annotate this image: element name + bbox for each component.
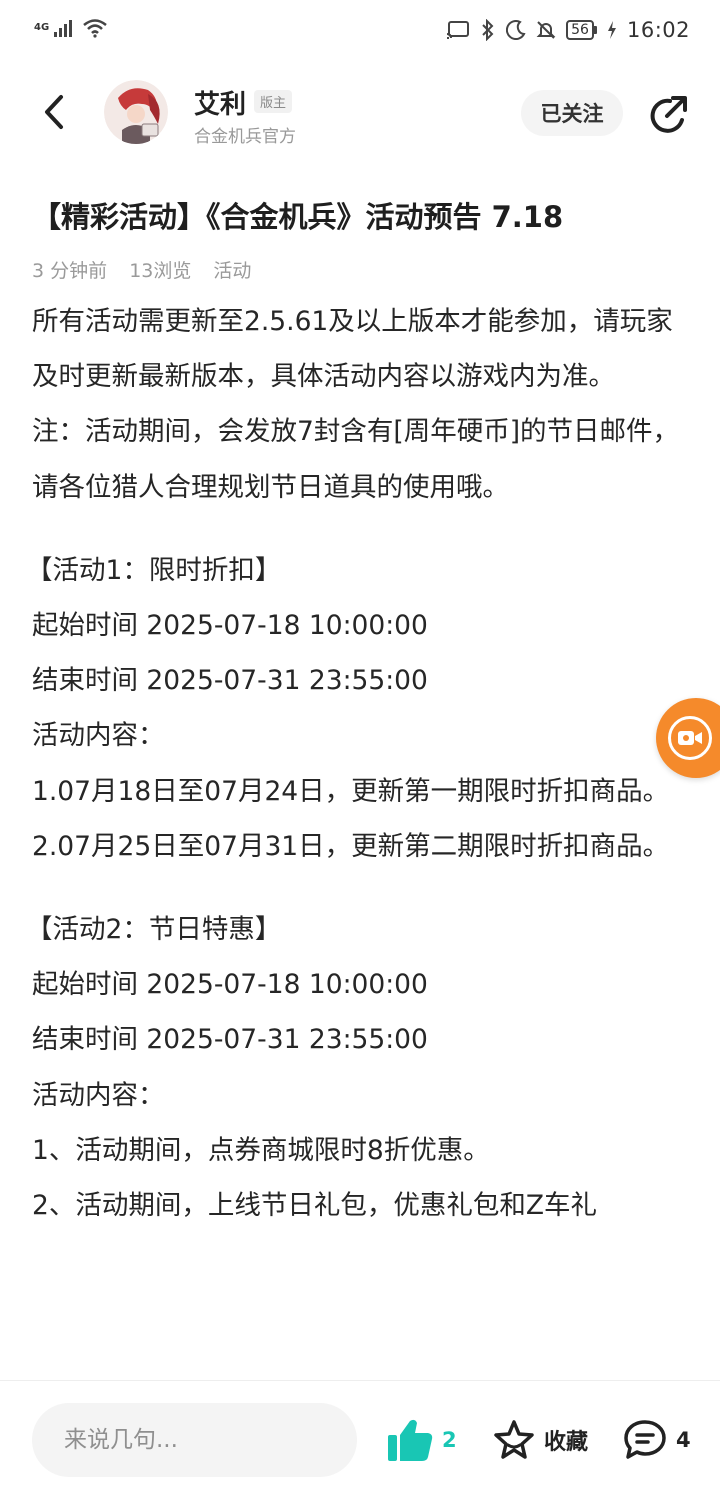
bluetooth-icon	[482, 19, 494, 41]
follow-button[interactable]: 已关注	[521, 90, 623, 136]
battery-level: 56	[566, 20, 594, 40]
paragraph: 结束时间 2025-07-31 23:55:00	[32, 1024, 428, 1056]
signal-icon	[54, 20, 72, 37]
comment-bubble-icon	[624, 1420, 666, 1459]
post-header: 艾利 版主 合金机兵官方 已关注	[0, 64, 720, 164]
paragraph: 1、活动期间，点券商城限时8折优惠。	[32, 1134, 490, 1166]
status-left: 4G	[34, 18, 108, 38]
paragraph: 1.07月18日至07月24日，更新第一期限时折扣商品。	[32, 775, 670, 807]
paragraph: 所有活动需更新至2.5.61及以上版本才能参加，请玩家及时更新最新版本，具体活动…	[32, 306, 673, 393]
favorite-button[interactable]: 收藏	[492, 1417, 588, 1463]
comments-button[interactable]: 4	[622, 1417, 691, 1463]
clock: 16:02	[626, 18, 690, 42]
paragraph: 活动内容：	[32, 1079, 165, 1111]
post-time: 3 分钟前	[32, 260, 108, 282]
mute-bell-icon	[536, 21, 556, 39]
paragraph: 2.07月25日至07月31日，更新第二期限时折扣商品。	[32, 830, 670, 862]
charging-icon	[607, 21, 616, 39]
network-type: 4G	[34, 22, 50, 33]
paragraph: 注：活动期间，会发放7封含有[周年硬币]的节日邮件，请各位猎人合理规划节日道具的…	[32, 416, 680, 503]
share-icon	[650, 96, 687, 133]
share-button[interactable]	[644, 92, 692, 140]
post-detail-screen: 4G 56 16:02 艾利 版主 合金机兵官方 已关注 【精彩活动】《合金机兵…	[0, 0, 720, 1496]
avatar-image	[104, 80, 168, 144]
paragraph: 起始时间 2025-07-18 10:00:00	[32, 610, 428, 642]
thumbs-up-icon	[388, 1419, 433, 1461]
like-count: 2	[442, 1428, 457, 1452]
moderator-badge: 版主	[254, 90, 293, 113]
moon-icon	[506, 20, 526, 40]
comment-input[interactable]: 来说几句...	[32, 1403, 357, 1477]
like-button[interactable]: 2	[386, 1417, 457, 1463]
wifi-icon	[83, 19, 107, 38]
author-name[interactable]: 艾利	[194, 84, 246, 121]
comment-count: 4	[676, 1428, 691, 1452]
paragraph: 起始时间 2025-07-18 10:00:00	[32, 969, 428, 1001]
status-right: 56 16:02	[446, 18, 690, 42]
paragraph: 结束时间 2025-07-31 23:55:00	[32, 665, 428, 697]
post-title: 【精彩活动】《合金机兵》活动预告 7.18	[32, 200, 564, 234]
battery-indicator: 56	[566, 20, 597, 40]
author-avatar[interactable]	[104, 80, 168, 144]
author-subtitle: 合金机兵官方	[194, 127, 296, 147]
bottom-action-bar: 来说几句... 2 收藏 4	[0, 1380, 720, 1496]
post-tag[interactable]: 活动	[213, 260, 251, 282]
star-icon	[494, 1420, 534, 1459]
video-record-icon	[668, 716, 712, 760]
cast-icon	[447, 21, 470, 39]
section-heading: 【活动2：节日特惠】	[26, 914, 282, 946]
post-body: 所有活动需更新至2.5.61及以上版本才能参加，请玩家及时更新最新版本，具体活动…	[26, 294, 692, 1233]
view-count: 13浏览	[129, 260, 192, 282]
status-bar: 4G 56 16:02	[0, 0, 720, 64]
paragraph: 2、活动期间，上线节日礼包，优惠礼包和Z车礼	[32, 1190, 598, 1222]
battery-tip	[593, 26, 597, 34]
favorite-label: 收藏	[544, 1430, 589, 1455]
section-heading: 【活动1：限时折扣】	[26, 554, 282, 586]
post-meta: 3 分钟前 13浏览 活动	[32, 256, 267, 283]
chevron-left-icon	[45, 95, 63, 129]
paragraph: 活动内容：	[32, 720, 165, 752]
back-button[interactable]	[30, 88, 78, 136]
